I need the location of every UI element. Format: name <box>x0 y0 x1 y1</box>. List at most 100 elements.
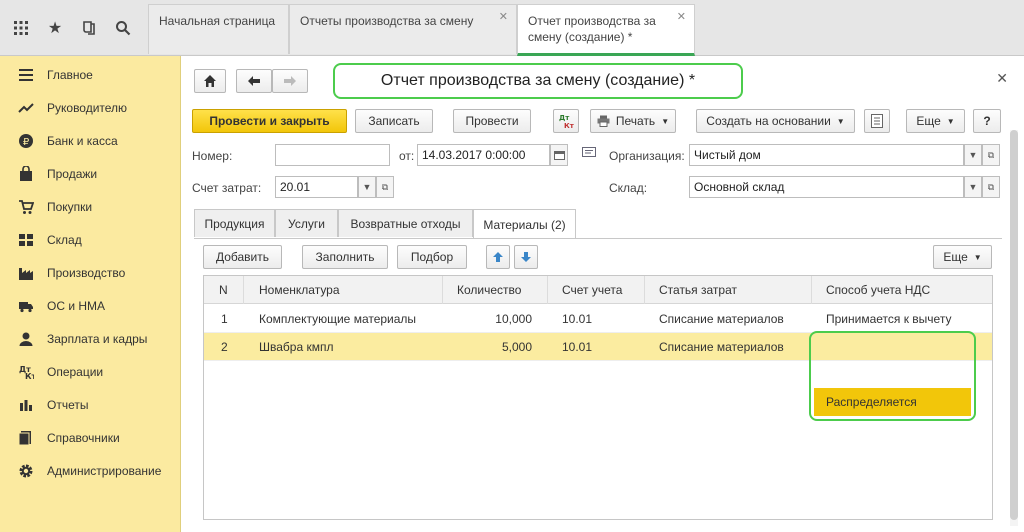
column-header[interactable]: Способ учета НДС <box>826 283 930 297</box>
create-based-label: Создать на основании <box>706 114 831 128</box>
open-icon[interactable]: ⧉ <box>982 144 1000 166</box>
history-icon[interactable] <box>78 17 100 39</box>
column-header[interactable]: Количество <box>457 283 521 297</box>
arrow-down-icon <box>521 252 531 262</box>
column-header[interactable]: N <box>219 283 228 297</box>
tab-products[interactable]: Продукция <box>194 209 275 237</box>
item-name: Комплектующие материалы <box>259 312 417 326</box>
sidebar-item-manager[interactable]: Руководителю <box>0 91 181 124</box>
help-button[interactable]: ? <box>973 109 1001 133</box>
vat-method: Принимается к вычету <box>826 312 952 326</box>
sidebar-item-catalogs[interactable]: Справочники <box>0 421 181 454</box>
sidebar-item-bank[interactable]: ₽ Банк и касса <box>0 124 181 157</box>
sidebar-item-label: Банк и касса <box>47 133 118 148</box>
more-button[interactable]: Еще ▼ <box>906 109 965 133</box>
post-button[interactable]: Провести <box>453 109 531 133</box>
trend-icon <box>18 102 34 113</box>
home-icon <box>204 75 216 87</box>
sidebar-item-label: Продажи <box>47 166 98 181</box>
tab-materials[interactable]: Материалы (2) <box>473 209 576 239</box>
sidebar-item-admin[interactable]: Администрирование <box>0 454 181 487</box>
create-based-on-button[interactable]: Создать на основании ▼ <box>696 109 855 133</box>
warehouse-label: Склад: <box>609 181 648 195</box>
number-field[interactable] <box>275 144 390 166</box>
add-button[interactable]: Добавить <box>203 245 282 269</box>
tab-returnable-waste[interactable]: Возвратные отходы <box>338 209 473 237</box>
tab-services[interactable]: Услуги <box>275 209 338 237</box>
post-and-close-button[interactable]: Провести и закрыть <box>192 109 347 133</box>
item-name: Швабра кмпл <box>259 340 334 354</box>
svg-text:Кт: Кт <box>564 122 574 129</box>
home-button[interactable] <box>194 69 226 93</box>
column-header[interactable]: Статья затрат <box>659 283 737 297</box>
arrow-left-icon <box>248 76 260 86</box>
save-button[interactable]: Записать <box>355 109 433 133</box>
table-more-button[interactable]: Еще ▼ <box>933 245 992 269</box>
document-icon <box>871 114 883 128</box>
quantity: 10,000 <box>495 312 532 326</box>
sidebar-item-production[interactable]: Производство <box>0 256 181 289</box>
operations-icon: ДтКт <box>19 365 34 380</box>
cost-account-field[interactable]: 20.01 <box>275 176 358 198</box>
sidebar-item-reports[interactable]: Отчеты <box>0 388 181 421</box>
more-label: Еще <box>943 250 968 264</box>
back-button[interactable] <box>236 69 272 93</box>
move-down-button[interactable] <box>514 245 538 269</box>
search-icon[interactable] <box>112 17 134 39</box>
column-header[interactable]: Номенклатура <box>259 283 340 297</box>
warehouse-field[interactable]: Основной склад <box>689 176 964 198</box>
sidebar-item-main[interactable]: Главное <box>0 58 181 91</box>
top-icons: ★ <box>0 0 148 56</box>
move-up-button[interactable] <box>486 245 510 269</box>
svg-text:₽: ₽ <box>23 137 30 148</box>
tab-label: Отчеты производства за смену <box>300 14 474 28</box>
sidebar-item-hr[interactable]: Зарплата и кадры <box>0 322 181 355</box>
close-tab-icon[interactable]: ✕ <box>677 9 686 25</box>
sidebar-item-operations[interactable]: Дт Кт Операции <box>0 355 181 388</box>
truck-icon <box>19 301 33 312</box>
pick-button[interactable]: Подбор <box>397 245 467 269</box>
fill-button[interactable]: Заполнить <box>302 245 388 269</box>
sidebar-item-label: Покупки <box>47 199 93 214</box>
open-icon[interactable]: ⧉ <box>376 176 394 198</box>
printer-icon <box>597 115 610 127</box>
row-number: 2 <box>221 340 228 354</box>
star-icon[interactable]: ★ <box>44 17 66 39</box>
sidebar: Главное Руководителю ₽ Банк и касса Прод… <box>0 56 181 532</box>
date-field[interactable]: 14.03.2017 0:00:00 <box>417 144 550 166</box>
apps-grid-icon[interactable] <box>10 17 32 39</box>
sidebar-item-label: Производство <box>47 265 126 280</box>
open-icon[interactable]: ⧉ <box>982 176 1000 198</box>
comment-icon[interactable] <box>582 147 596 162</box>
sidebar-item-purchases[interactable]: Покупки <box>0 190 181 223</box>
document-form: Отчет производства за смену (создание) *… <box>181 56 1024 532</box>
close-tab-icon[interactable]: ✕ <box>499 9 508 25</box>
cost-item: Списание материалов <box>659 340 784 354</box>
close-icon[interactable]: ✕ <box>996 70 1008 87</box>
print-button[interactable]: Печать ▼ <box>590 109 676 133</box>
tab-report-create[interactable]: Отчет производства за смену (создание) *… <box>517 4 695 56</box>
column-header[interactable]: Счет учета <box>562 283 622 297</box>
print-label: Печать <box>615 114 656 128</box>
report-button[interactable] <box>864 109 890 133</box>
scrollbar-thumb[interactable] <box>1010 130 1018 520</box>
forward-button[interactable] <box>272 69 308 93</box>
dropdown-arrow-icon: ▼ <box>836 116 845 126</box>
organization-label: Организация: <box>609 149 685 163</box>
tab-reports-list[interactable]: Отчеты производства за смену ✕ <box>289 4 517 54</box>
ruble-icon: ₽ <box>19 133 33 148</box>
dropdown-arrow-icon[interactable]: ▼ <box>358 176 376 198</box>
calendar-icon[interactable] <box>550 144 568 166</box>
sidebar-item-fixed-assets[interactable]: ОС и НМА <box>0 289 181 322</box>
organization-field[interactable]: Чистый дом <box>689 144 964 166</box>
sidebar-item-label: Главное <box>47 67 93 82</box>
dropdown-arrow-icon[interactable]: ▼ <box>964 144 982 166</box>
tab-home[interactable]: Начальная страница <box>148 4 289 54</box>
account: 10.01 <box>562 312 593 326</box>
table-row[interactable]: 1 Комплектующие материалы 10,000 10.01 С… <box>204 305 992 333</box>
sidebar-item-sales[interactable]: Продажи <box>0 157 181 190</box>
dropdown-arrow-icon[interactable]: ▼ <box>964 176 982 198</box>
sidebar-item-warehouse[interactable]: Склад <box>0 223 181 256</box>
dtkt-button[interactable]: Дт Кт <box>553 109 579 133</box>
page-title: Отчет производства за смену (создание) * <box>333 63 743 99</box>
